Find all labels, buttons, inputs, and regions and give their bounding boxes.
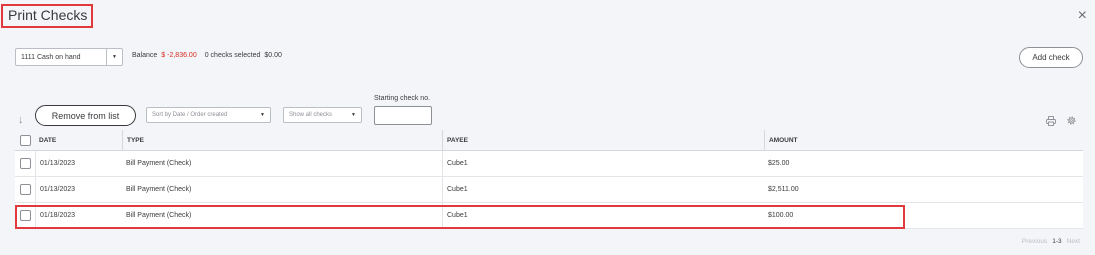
column-header-amount[interactable]: AMOUNT — [764, 130, 1083, 150]
remove-from-list-button[interactable]: Remove from list — [35, 105, 136, 126]
row-checkbox-cell — [15, 177, 35, 202]
pagination: Previous 1-3 Next — [1022, 238, 1080, 245]
filter-dropdown[interactable]: Show all checks ▼ — [283, 107, 362, 123]
close-icon[interactable]: × — [1078, 7, 1087, 25]
sort-arrow-icon[interactable]: ↓ — [18, 114, 24, 126]
column-header-type[interactable]: TYPE — [122, 130, 442, 150]
checks-selected-count: 0 checks selected — [204, 52, 261, 59]
next-page-link[interactable]: Next — [1067, 238, 1080, 245]
amount-cell: $2,511.00 — [768, 186, 799, 193]
balance-bar: Balance $ -2,836.00 0 checks selected $0… — [132, 52, 282, 59]
row-checkbox-cell — [15, 151, 35, 176]
type-cell: Bill Payment (Check) — [126, 212, 192, 219]
chevron-down-icon: ▼ — [260, 112, 265, 118]
chevron-down-icon: ▼ — [351, 112, 356, 118]
sort-dropdown[interactable]: Sort by Date / Order created ▼ — [146, 107, 271, 123]
date-cell: 01/13/2023 — [35, 151, 122, 176]
add-check-button[interactable]: Add check — [1019, 47, 1083, 68]
select-all-cell — [15, 130, 35, 150]
row-checkbox[interactable] — [19, 184, 31, 195]
page-title: Print Checks — [8, 7, 88, 23]
checks-table: DATE TYPE PAYEE AMOUNT 01/13/2023 Bill P… — [15, 130, 1083, 229]
payee-cell: Cube1 — [442, 177, 764, 202]
account-select[interactable]: 1111 Cash on hand ▼ — [15, 48, 123, 66]
column-header-date[interactable]: DATE — [35, 130, 122, 150]
date-cell: 01/18/2023 — [35, 203, 122, 228]
balance-label: Balance — [132, 52, 158, 59]
selected-total: $0.00 — [264, 52, 282, 59]
printer-icon[interactable] — [1046, 116, 1056, 126]
date-cell: 01/13/2023 — [35, 177, 122, 202]
column-header-payee[interactable]: PAYEE — [442, 130, 764, 150]
row-checkbox[interactable] — [19, 158, 31, 169]
table-row[interactable]: 01/13/2023 Bill Payment (Check) Cube1 $2… — [15, 177, 1083, 203]
previous-page-link[interactable]: Previous — [1022, 238, 1047, 245]
starting-check-label: Starting check no. — [374, 95, 431, 102]
table-header-row: DATE TYPE PAYEE AMOUNT — [15, 130, 1083, 151]
starting-check-input[interactable] — [374, 106, 432, 125]
balance-value: $ -2,836.00 — [161, 52, 197, 59]
row-checkbox-cell — [15, 203, 35, 228]
type-cell: Bill Payment (Check) — [126, 160, 192, 167]
amount-cell: $100.00 — [768, 212, 794, 219]
table-row[interactable]: 01/18/2023 Bill Payment (Check) Cube1 $1… — [15, 203, 1083, 229]
account-select-value: 1111 Cash on hand — [21, 53, 81, 61]
sort-dropdown-value: Sort by Date / Order created — [152, 112, 228, 118]
filter-dropdown-value: Show all checks — [289, 112, 333, 118]
table-row[interactable]: 01/13/2023 Bill Payment (Check) Cube1 $2… — [15, 151, 1083, 177]
amount-cell: $25.00 — [768, 160, 790, 167]
payee-cell: Cube1 — [442, 203, 764, 228]
chevron-down-icon[interactable]: ▼ — [106, 49, 122, 65]
type-cell: Bill Payment (Check) — [126, 186, 192, 193]
page-range: 1-3 — [1052, 238, 1062, 245]
gear-icon[interactable] — [1066, 115, 1077, 126]
select-all-checkbox[interactable] — [19, 134, 31, 146]
row-checkbox[interactable] — [19, 210, 31, 221]
payee-cell: Cube1 — [442, 151, 764, 176]
